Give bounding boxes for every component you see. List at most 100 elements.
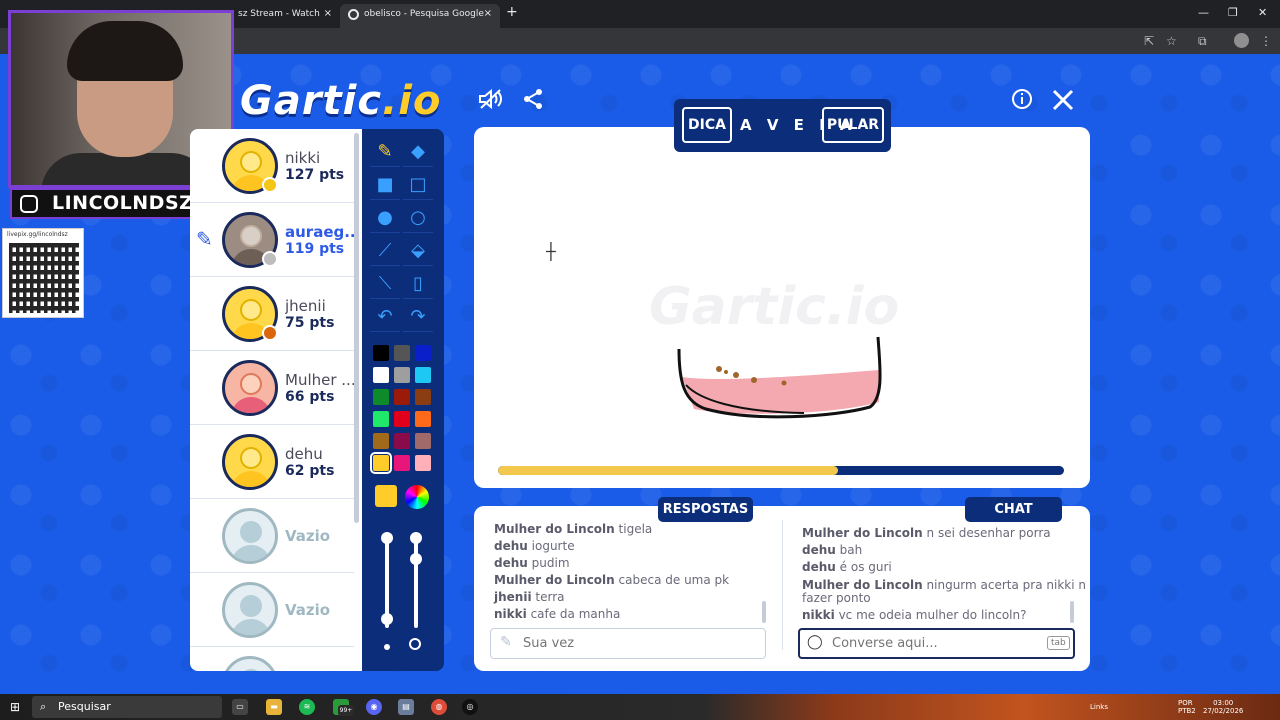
tab-close-icon[interactable]: × (324, 4, 332, 24)
line-icon[interactable]: ⟋ (370, 236, 400, 266)
slider-knob[interactable] (410, 553, 422, 565)
browser-tab-stream[interactable]: sz Stream - Watch Live × (232, 4, 340, 39)
color-swatch[interactable] (373, 389, 389, 405)
clock[interactable]: 03:00 27/02/2026 (1203, 699, 1243, 715)
answer-message: jhenii terra (494, 590, 565, 604)
color-swatch[interactable] (415, 345, 431, 361)
color-swatch[interactable] (415, 411, 431, 427)
close-icon[interactable] (1051, 88, 1075, 118)
player-status-dot (262, 251, 278, 267)
player-row[interactable]: Mulher ... 66 pts (190, 351, 355, 425)
color-swatch[interactable] (394, 345, 410, 361)
color-swatch[interactable] (373, 345, 389, 361)
filled-circle-icon[interactable]: ● (370, 203, 400, 233)
color-swatch[interactable] (394, 433, 410, 449)
chat-scrollbar[interactable] (1070, 601, 1074, 623)
minimize-button[interactable]: — (1198, 6, 1209, 19)
chrome-icon[interactable]: ◍ (431, 699, 447, 715)
new-tab-button[interactable]: + (506, 4, 518, 20)
keyboard-language[interactable]: POR PTB2 (1178, 699, 1196, 715)
answer-input[interactable] (490, 628, 766, 659)
player-name: Vazio (285, 527, 331, 545)
player-points: 127 pts (285, 167, 345, 183)
players-scrollbar[interactable] (354, 133, 359, 523)
mute-icon[interactable] (478, 88, 504, 116)
answers-scrollbar[interactable] (762, 601, 766, 623)
chat-message: nikki vc me odeia mulher do lincoln? (802, 608, 1027, 622)
window-close-button[interactable]: ✕ (1258, 6, 1267, 19)
opacity-slider[interactable] (414, 538, 418, 628)
color-swatch[interactable] (394, 367, 410, 383)
redo-icon[interactable]: ↷ (403, 302, 433, 332)
chat-input[interactable] (798, 628, 1075, 659)
fill-bucket-icon[interactable]: ⬙ (403, 236, 433, 266)
color-swatch[interactable] (415, 433, 431, 449)
player-status-dot (262, 177, 278, 193)
slider-knob[interactable] (410, 532, 422, 544)
round-timer-bar (498, 466, 1064, 475)
player-name: dehu (285, 445, 323, 463)
new-page-icon[interactable]: ▯ (403, 269, 433, 299)
player-name: Vazio (285, 601, 331, 619)
tab-key-hint: tab (1047, 636, 1070, 650)
menu-dots-icon[interactable]: ⋮ (1260, 34, 1272, 48)
round-timer-fill (498, 466, 838, 475)
tray-links[interactable]: Links (1090, 703, 1108, 711)
players-list: nikki 127 pts auraeg... 119 pts jhenii 7… (190, 129, 362, 671)
player-name: auraeg... (285, 223, 355, 241)
slider-knob[interactable] (381, 532, 393, 544)
answers-header: RESPOSTAS (658, 497, 753, 522)
rectangle-icon[interactable]: □ (403, 170, 433, 200)
chat-message: Mulher do Lincoln n sei desenhar porra (802, 526, 1051, 540)
color-swatch[interactable] (415, 367, 431, 383)
profile-avatar[interactable] (1234, 33, 1249, 48)
tab-close-icon[interactable]: × (484, 4, 492, 24)
color-swatch[interactable] (394, 389, 410, 405)
color-wheel-icon[interactable] (405, 485, 429, 509)
extensions-icon[interactable]: ⧉ (1198, 34, 1207, 49)
player-row[interactable]: nikki 127 pts (190, 129, 354, 203)
maximize-button[interactable]: ❐ (1228, 6, 1238, 19)
eyedropper-icon[interactable]: ⟍ (370, 269, 400, 299)
chat-message: Mulher do Lincoln ningurm acerta pra nik… (802, 578, 1086, 592)
color-swatch[interactable] (394, 455, 410, 471)
empty-avatar-icon (222, 508, 278, 564)
obs-icon[interactable]: ◎ (462, 699, 478, 715)
slider-knob[interactable] (381, 613, 393, 625)
color-swatch[interactable] (370, 452, 392, 474)
empty-avatar-icon (222, 656, 278, 671)
windows-start-icon[interactable]: ⊞ (10, 700, 22, 714)
bookmark-star-icon[interactable]: ☆ (1166, 34, 1177, 48)
player-row[interactable]: auraeg... 119 pts (190, 203, 355, 277)
calculator-icon[interactable]: ▤ (398, 699, 414, 715)
eraser-icon[interactable]: ◆ (403, 137, 433, 167)
color-swatch[interactable] (415, 389, 431, 405)
drawing-canvas[interactable]: Gartic.io (474, 127, 1090, 488)
file-explorer-icon[interactable]: ▬ (266, 699, 282, 715)
hint-button[interactable]: DICA (682, 107, 732, 143)
color-swatch[interactable] (415, 455, 431, 471)
pencil-icon[interactable]: ✎ (370, 137, 400, 167)
undo-icon[interactable]: ↶ (370, 302, 400, 332)
player-row[interactable]: dehu 62 pts (190, 425, 354, 499)
spotify-icon[interactable]: ≋ (299, 699, 315, 715)
filled-rectangle-icon[interactable]: ■ (370, 170, 400, 200)
circle-icon[interactable]: ○ (403, 203, 433, 233)
notification-badge: 99+ (338, 705, 354, 716)
color-swatch[interactable] (394, 411, 410, 427)
color-swatch[interactable] (373, 411, 389, 427)
drawing-strokes (677, 336, 882, 419)
skip-button[interactable]: PULAR (822, 107, 884, 143)
color-swatch[interactable] (373, 367, 389, 383)
color-swatch[interactable] (373, 433, 389, 449)
browser-tab-google[interactable]: obelisco - Pesquisa Google × (340, 4, 500, 28)
install-icon[interactable]: ⇱ (1144, 34, 1154, 48)
cursor-crosshair-icon: ┼ (546, 242, 556, 261)
share-icon[interactable] (522, 88, 544, 116)
taskbar-search[interactable]: ⌕ Pesquisar (32, 696, 222, 718)
discord-icon[interactable]: ◉ (366, 699, 382, 715)
task-view-icon[interactable]: ▭ (232, 699, 248, 715)
player-row[interactable]: jhenii 75 pts (190, 277, 354, 351)
empty-slot (190, 647, 354, 671)
info-icon[interactable] (1011, 88, 1033, 116)
